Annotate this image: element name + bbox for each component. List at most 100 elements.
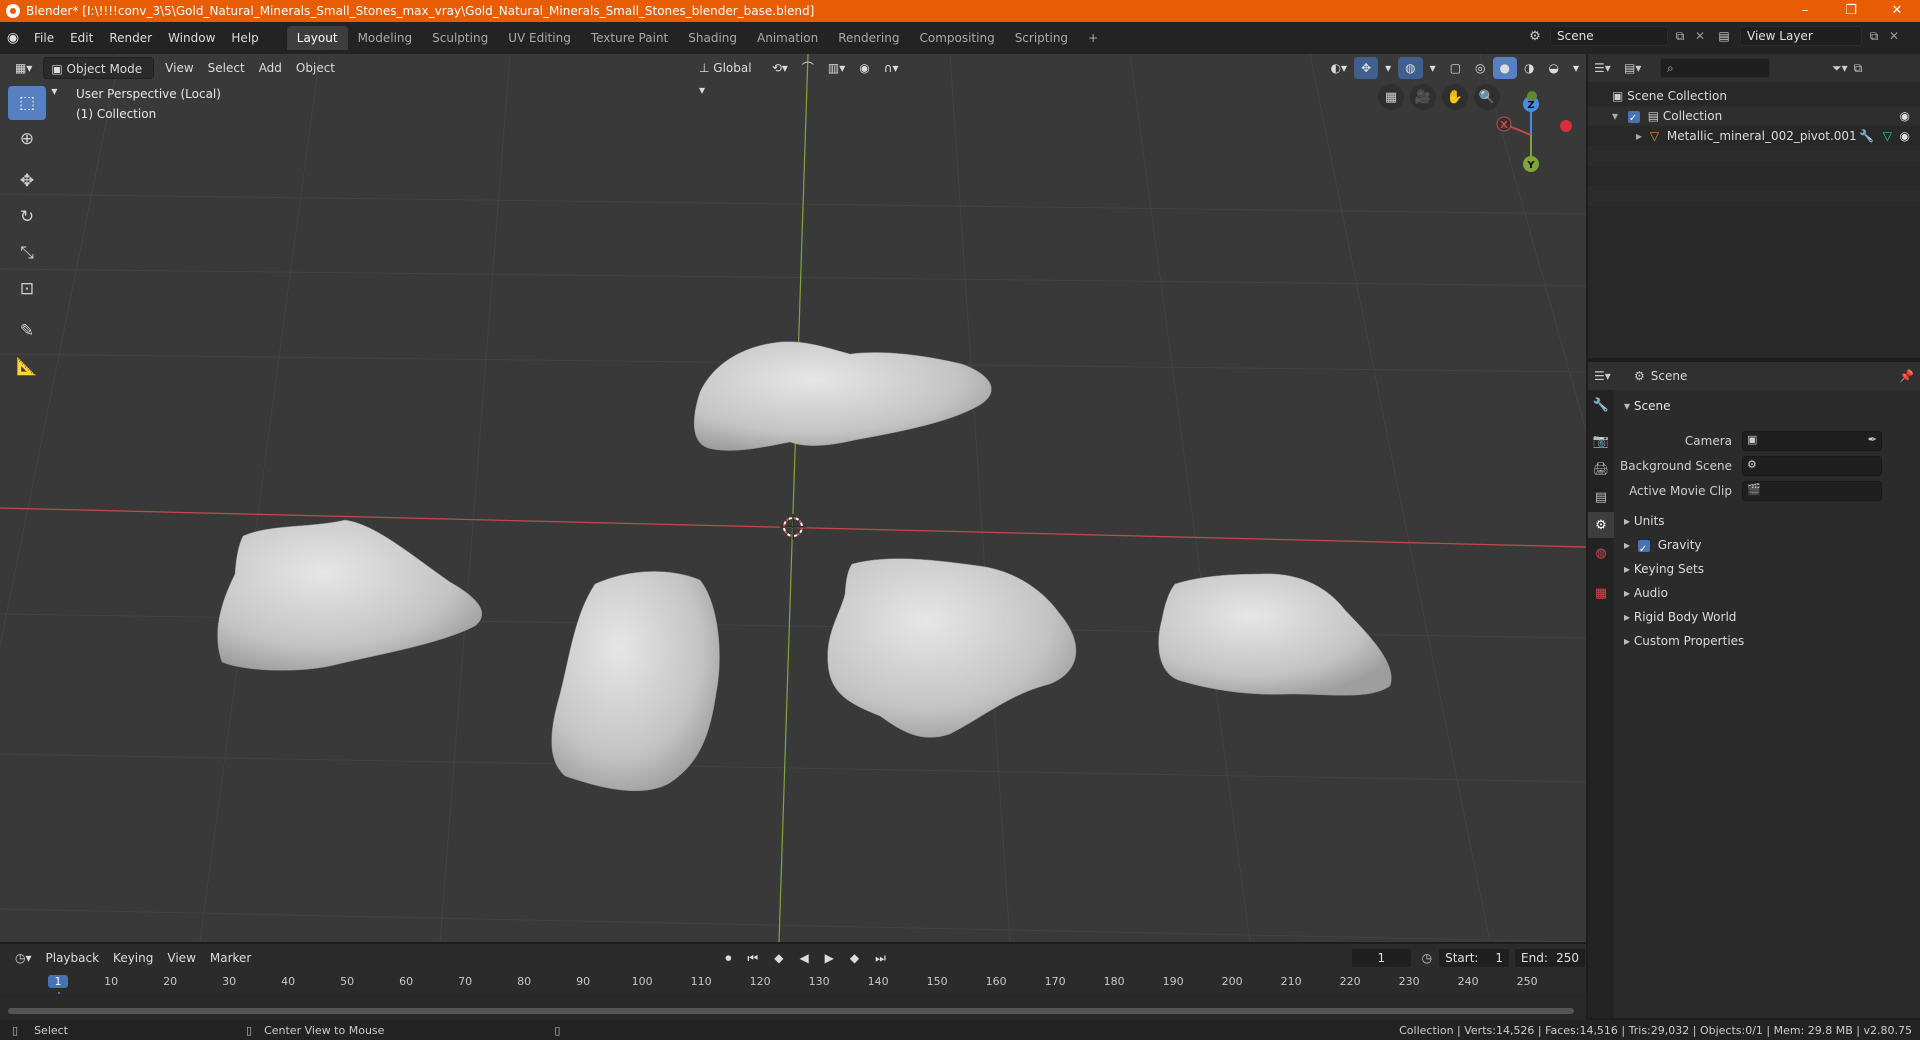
expand-arrow-icon[interactable]: ▸ [1636,129,1642,143]
properties-editor-type-icon[interactable]: ☰▾ [1594,369,1634,383]
audio-panel-header[interactable]: ▸ Audio [1614,581,1920,605]
prev-keyframe-icon[interactable]: ◆ [767,947,790,969]
editor-type-icon[interactable]: ▦▾ [8,57,39,79]
tab-compositing[interactable]: Compositing [909,26,1004,50]
timeline-menu-marker[interactable]: Marker [203,947,258,969]
blender-menu-icon[interactable]: ◉ [0,30,26,46]
tab-layout[interactable]: Layout [286,26,348,50]
pan-hand-icon[interactable]: ✋ [1442,84,1468,110]
tab-rendering[interactable]: Rendering [828,26,909,50]
measure-tool-icon[interactable]: 📐 [8,350,46,384]
menu-help[interactable]: Help [223,22,266,54]
mesh-data-icon[interactable]: ▽ [1883,126,1892,146]
view-layer-icon[interactable]: ▤ [1712,29,1736,43]
modifier-wrench-icon[interactable]: 🔧 [1859,126,1874,146]
tab-scripting[interactable]: Scripting [1005,26,1078,50]
start-frame-field[interactable]: Start: 1 [1438,948,1511,968]
rendered-shading-icon[interactable]: ◒ [1541,57,1565,79]
current-frame-indicator[interactable]: 1 [48,975,68,988]
pivot-point-icon[interactable]: ⟲▾ [765,57,795,79]
3d-cursor-icon[interactable] [780,514,806,540]
expand-arrow-icon[interactable]: ▾ [1612,109,1618,123]
units-panel-header[interactable]: ▸ Units [1614,509,1920,533]
tree-row-scene-collection[interactable]: ▣ Scene Collection [1588,86,1920,106]
render-tab-icon[interactable]: 📷 [1588,428,1614,454]
proportional-falloff-icon[interactable]: ∩▾ [877,57,906,79]
stone-left[interactable] [217,519,483,671]
xray-toggle-icon[interactable]: ▢ [1443,57,1468,79]
current-frame-field[interactable]: 1 [1350,948,1412,968]
eyedropper-icon[interactable]: ✒ [1868,433,1877,446]
eye-icon[interactable]: ◉ [1900,106,1910,126]
gravity-checkbox[interactable] [1637,538,1650,562]
object-mode-dropdown[interactable]: ▣ Object Mode ▾ [43,57,155,98]
output-tab-icon[interactable]: 🖨 [1588,456,1614,482]
menu-file[interactable]: File [26,22,62,54]
background-scene-field[interactable]: ⚙ [1742,455,1882,476]
jump-start-icon[interactable]: ⏮ [740,947,765,969]
navigation-gizmo[interactable]: Z X Y [1486,90,1576,180]
new-scene-icon[interactable]: ⧉ [1672,29,1688,44]
cursor-tool-icon[interactable]: ⊕ [8,122,46,156]
timeline-menu-keying[interactable]: Keying ▾ [106,947,160,987]
outliner-editor-type-icon[interactable]: ☰▾ [1594,61,1624,75]
camera-view-icon[interactable]: 🎥 [1410,84,1436,110]
scene-panel-header[interactable]: ▾ Scene [1614,394,1920,418]
stone-center-right[interactable] [827,558,1077,738]
menu-render[interactable]: Render [101,22,160,54]
keying-sets-panel-header[interactable]: ▸ Keying Sets [1614,557,1920,581]
snap-target-icon[interactable]: ▥▾ [821,57,852,79]
wireframe-shading-icon[interactable]: ◎ [1468,57,1492,79]
tool-settings-tab-icon[interactable]: 🔧 [1588,392,1614,418]
display-mode-icon[interactable]: ▤▾ [1624,61,1654,75]
play-icon[interactable]: ▶ [818,947,841,969]
transform-orientation-dropdown[interactable]: ⊥ Global ▾ [692,57,765,97]
outliner-search-input[interactable]: ⌕ [1660,58,1770,78]
play-reverse-icon[interactable]: ◀ [792,947,815,969]
tab-uv-editing[interactable]: UV Editing [498,26,581,50]
solid-shading-icon[interactable]: ● [1492,57,1517,79]
view-layer-selector[interactable]: View Layer [1740,26,1862,46]
select-box-tool-icon[interactable]: ⬚ [8,86,46,120]
transform-tool-icon[interactable]: ⊡ [8,272,46,306]
material-shading-icon[interactable]: ◑ [1517,57,1541,79]
end-frame-field[interactable]: End: 250 [1514,948,1586,968]
tab-texture-paint[interactable]: Texture Paint [581,26,678,50]
eye-icon[interactable]: ◉ [1900,126,1910,146]
menu-window[interactable]: Window [160,22,223,54]
close-button[interactable]: ✕ [1874,0,1920,22]
visibility-icon[interactable]: ◐▾ [1324,57,1355,79]
world-tab-icon[interactable]: ◍ [1588,540,1614,566]
scene-icon[interactable]: ⚙ [1524,29,1546,44]
timeline-editor-type-icon[interactable]: ◷▾ [8,947,39,969]
3d-viewport[interactable]: ▦▾ ▣ Object Mode ▾ View Select Add Objec… [0,54,1586,942]
camera-field[interactable]: ▣ ✒ [1742,430,1882,451]
rotate-tool-icon[interactable]: ↻ [8,200,46,234]
pin-icon[interactable]: 📌 [1899,369,1914,383]
jump-end-icon[interactable]: ⏭ [868,947,893,969]
timeline-menu-playback[interactable]: Playback ▾ [39,947,107,987]
record-icon[interactable]: ⏺ [718,947,738,969]
overlay-dropdown-icon[interactable]: ▾ [1423,57,1443,79]
scene-tab-icon[interactable]: ⚙ [1588,512,1614,538]
tab-modeling[interactable]: Modeling [348,26,423,50]
gravity-panel-header[interactable]: ▸ Gravity [1614,533,1920,562]
timeline-scrollbar[interactable] [8,1008,1574,1014]
shading-dropdown-icon[interactable]: ▾ [1566,57,1586,79]
next-keyframe-icon[interactable]: ◆ [843,947,866,969]
collection-checkbox[interactable] [1627,109,1640,129]
viewport-menu-add[interactable]: Add [252,57,289,79]
remove-scene-icon[interactable]: ✕ [1692,29,1708,43]
stone-right[interactable] [1158,573,1392,696]
ortho-toggle-icon[interactable]: ▦ [1378,84,1404,110]
scale-tool-icon[interactable]: ⤡ [8,236,46,270]
overlay-toggle-icon[interactable]: ◍ [1398,57,1423,79]
timeline-track[interactable] [0,994,1586,1020]
timeline-menu-view[interactable]: View [160,947,202,969]
custom-properties-panel-header[interactable]: ▸ Custom Properties [1614,629,1920,653]
stone-top[interactable] [693,341,992,451]
tab-animation[interactable]: Animation [747,26,828,50]
preview-range-icon[interactable]: ◷ [1422,951,1432,965]
view-layer-tab-icon[interactable]: ▤ [1588,484,1614,510]
scene-selector[interactable]: Scene [1550,26,1668,46]
